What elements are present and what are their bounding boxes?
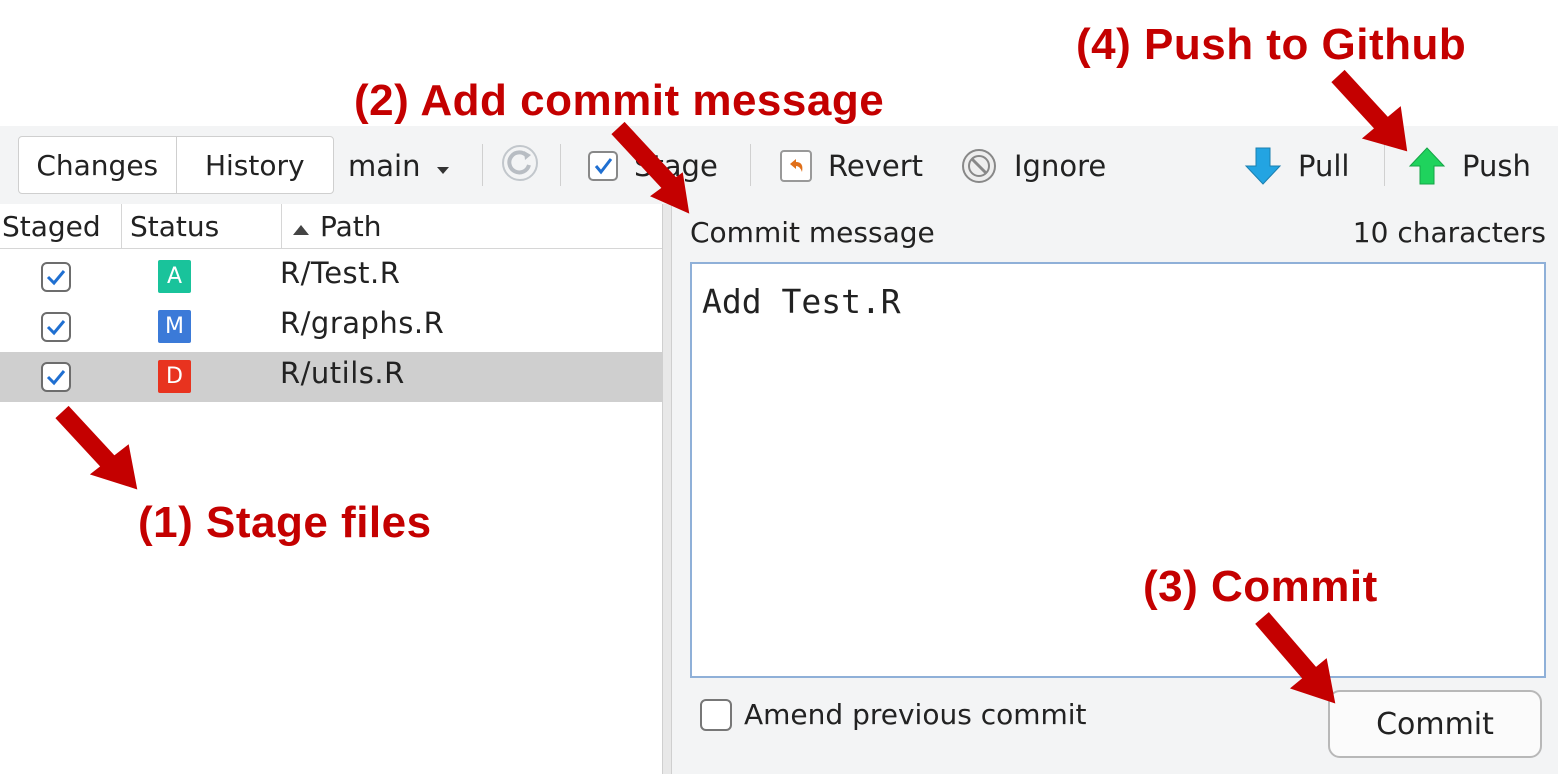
arrow-icon <box>55 405 138 490</box>
arrow-icon <box>1331 69 1408 152</box>
arrow-icon <box>1255 612 1336 704</box>
annotation-arrows <box>55 69 1408 704</box>
arrow-icon <box>611 121 690 214</box>
